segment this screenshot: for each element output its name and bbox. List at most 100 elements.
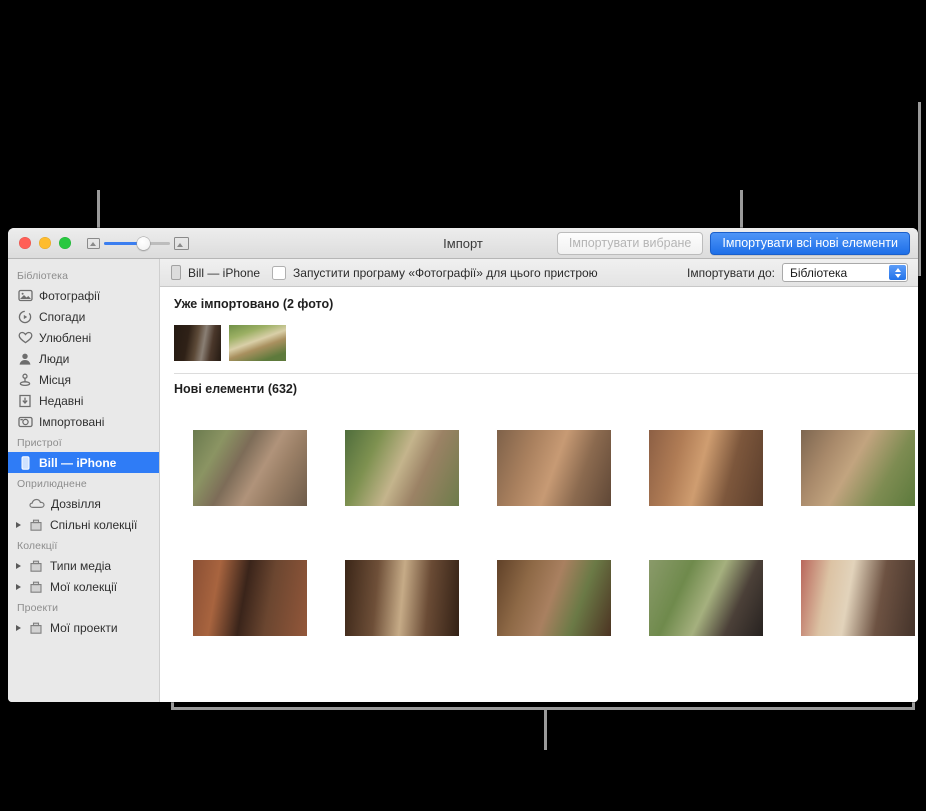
photo-cell[interactable] xyxy=(782,412,918,524)
minimize-button[interactable] xyxy=(39,237,51,249)
photos-icon xyxy=(17,288,33,304)
folder-icon xyxy=(28,558,44,574)
close-button[interactable] xyxy=(19,237,31,249)
callout-line-popup-stem xyxy=(918,102,921,274)
sidebar-item-label: Мої колекції xyxy=(50,579,118,594)
import-destination-popup[interactable]: Бібліотека xyxy=(782,263,908,282)
thumbnail-size-slider[interactable] xyxy=(87,236,189,250)
sidebar-section-devices-header: Пристрої xyxy=(17,437,62,449)
window-titlebar: Імпорт Імпортувати вибране Імпортувати в… xyxy=(8,228,918,259)
photo-couple-walking-path[interactable] xyxy=(345,430,459,506)
photo-woman-walking-ruins[interactable] xyxy=(801,430,915,506)
chevron-right-icon[interactable] xyxy=(16,562,21,569)
sidebar-item-media-types[interactable]: Типи медіа xyxy=(8,555,159,576)
photo-woman-hiker-closeup[interactable] xyxy=(193,430,307,506)
sidebar-item-places[interactable]: Місця xyxy=(8,369,159,390)
open-photos-checkbox-label: Запустити програму «Фотографії» для цьог… xyxy=(293,265,598,280)
chevron-right-icon[interactable] xyxy=(16,624,21,631)
sidebar-item-shared-albums[interactable]: Спільні колекції xyxy=(8,514,159,535)
chevron-right-icon[interactable] xyxy=(16,583,21,590)
photo-group-at-temple-ruins[interactable] xyxy=(497,430,611,506)
sidebar-item-label: Спільні колекції xyxy=(50,517,138,532)
slider-track[interactable] xyxy=(104,236,170,250)
sidebar-item-label: Улюблені xyxy=(39,330,92,345)
memories-icon xyxy=(17,309,33,325)
titlebar-actions: Імпортувати вибране Імпортувати всі нові… xyxy=(556,231,910,255)
sidebar-section-projects-header: Проекти xyxy=(17,602,59,614)
sidebar-section-albums-header: Колекції xyxy=(17,540,58,552)
import-selected-button[interactable]: Імпортувати вибране xyxy=(556,231,704,255)
window-body: Бібліотека Фотографії Спогади Улюблені Л… xyxy=(8,259,918,702)
thumbnail-man-at-cafe[interactable] xyxy=(174,325,221,361)
photo-two-women-on-bus[interactable] xyxy=(801,560,915,636)
folder-icon xyxy=(28,579,44,595)
slider-knob[interactable] xyxy=(137,236,150,250)
callout-bracket-grid-bottom xyxy=(171,707,915,710)
photo-cell[interactable] xyxy=(174,542,326,654)
screenshot-stage: Імпорт Імпортувати вибране Імпортувати в… xyxy=(0,0,926,811)
photo-cell[interactable] xyxy=(326,412,478,524)
photo-cell[interactable] xyxy=(478,412,630,524)
sidebar-section-shared-header: Оприлюднене xyxy=(17,478,87,490)
import-to-label: Імпортувати до: xyxy=(687,265,775,280)
photo-scroll-area[interactable]: Уже імпортовано (2 фото) Нові елементи (… xyxy=(160,287,918,702)
photo-grid xyxy=(160,396,918,654)
sidebar-item-label: Фотографії xyxy=(39,288,101,303)
chevron-updown-icon[interactable] xyxy=(889,265,906,280)
open-photos-checkbox[interactable] xyxy=(272,265,287,280)
sidebar-item-label: Мої проекти xyxy=(50,620,118,635)
new-items-title: Нові елементи (632) xyxy=(174,382,298,396)
import-all-new-button[interactable]: Імпортувати всі нові елементи xyxy=(710,231,910,255)
sidebar-item-memories[interactable]: Спогади xyxy=(8,306,159,327)
download-icon xyxy=(17,393,33,409)
large-thumbnail-icon xyxy=(174,236,189,250)
callout-bracket-grid-stem xyxy=(544,707,547,750)
photo-woman-in-archway[interactable] xyxy=(193,560,307,636)
content-area: Bill — iPhone Запустити програму «Фотогр… xyxy=(160,259,918,702)
sidebar-item-bill-iphone[interactable]: Bill — iPhone xyxy=(8,452,159,473)
photo-cell[interactable] xyxy=(782,542,918,654)
camera-icon xyxy=(17,414,33,430)
sidebar-item-recents[interactable]: Недавні xyxy=(8,390,159,411)
sidebar-item-label: Люди xyxy=(39,351,70,366)
sidebar-item-my-projects[interactable]: Мої проекти xyxy=(8,617,159,638)
traffic-lights[interactable] xyxy=(19,237,71,249)
sidebar-item-label: Недавні xyxy=(39,393,84,408)
sidebar-item-label: Спогади xyxy=(39,309,86,324)
small-thumbnail-icon xyxy=(87,237,100,249)
photo-friends-sitting-brick-wall[interactable] xyxy=(649,430,763,506)
device-toolbar: Bill — iPhone Запустити програму «Фотогр… xyxy=(160,259,918,287)
photo-two-hikers-in-corridor[interactable] xyxy=(345,560,459,636)
photos-import-window: Імпорт Імпортувати вибране Імпортувати в… xyxy=(8,228,918,702)
map-pin-icon xyxy=(17,372,33,388)
iphone-icon xyxy=(171,265,181,280)
sidebar-item-favorites[interactable]: Улюблені xyxy=(8,327,159,348)
sidebar-item-label: Імпортовані xyxy=(39,414,105,429)
heart-icon xyxy=(17,330,33,346)
sidebar-item-photos[interactable]: Фотографії xyxy=(8,285,159,306)
sidebar-item-label: Дозвілля xyxy=(51,496,101,511)
sidebar-item-label: Місця xyxy=(39,372,72,387)
photo-cell[interactable] xyxy=(326,542,478,654)
zoom-button[interactable] xyxy=(59,237,71,249)
device-name-label: Bill — iPhone xyxy=(188,265,261,280)
cloud-icon xyxy=(29,496,45,512)
iphone-icon xyxy=(17,455,33,471)
photo-cell[interactable] xyxy=(630,542,782,654)
photo-cell[interactable] xyxy=(174,412,326,524)
sidebar-item-label: Bill — iPhone xyxy=(39,455,117,470)
folder-icon xyxy=(28,517,44,533)
import-destination-value: Бібліотека xyxy=(790,265,848,280)
thumbnail-man-in-garden[interactable] xyxy=(229,325,286,361)
sidebar-item-dozvillya[interactable]: Дозвілля xyxy=(8,493,159,514)
already-imported-title: Уже імпортовано (2 фото) xyxy=(174,297,334,311)
chevron-right-icon[interactable] xyxy=(16,521,21,528)
photo-friends-resting-on-grass[interactable] xyxy=(649,560,763,636)
sidebar-item-imported[interactable]: Імпортовані xyxy=(8,411,159,432)
photo-cell[interactable] xyxy=(630,412,782,524)
sidebar-item-people[interactable]: Люди xyxy=(8,348,159,369)
folder-icon xyxy=(28,620,44,636)
photo-cell[interactable] xyxy=(478,542,630,654)
sidebar-item-my-albums[interactable]: Мої колекції xyxy=(8,576,159,597)
photo-hiker-by-carved-stone[interactable] xyxy=(497,560,611,636)
